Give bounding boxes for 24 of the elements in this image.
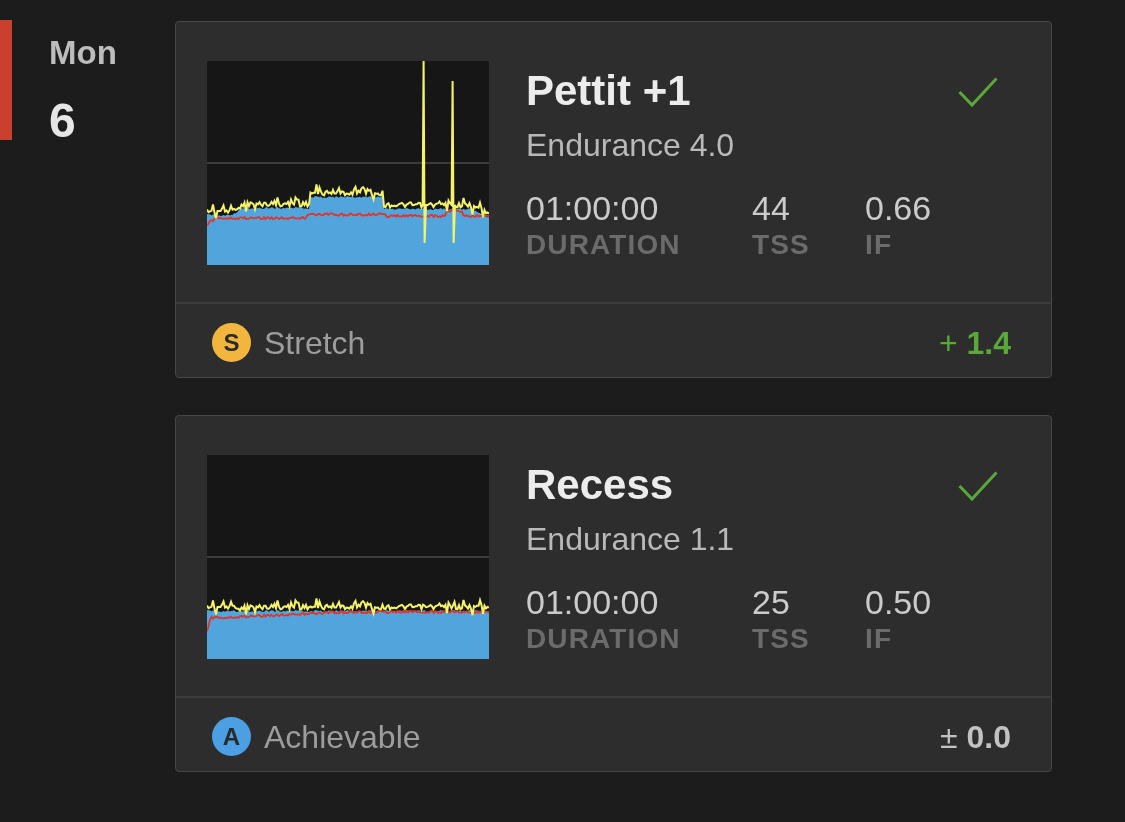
stat-label: TSS	[752, 623, 811, 655]
date-label: 6	[49, 93, 77, 149]
workout-title: Recess	[526, 460, 674, 510]
stat-value: 44	[752, 188, 791, 228]
level-badge: S	[212, 323, 251, 362]
weekday-label: Mon	[49, 33, 117, 73]
stat-value: 25	[752, 582, 791, 622]
level-label: Stretch	[264, 323, 366, 362]
stat-value: 0.50	[865, 582, 933, 622]
stat-label: TSS	[752, 229, 811, 261]
stat-label: IF	[865, 623, 894, 655]
workout-title: Pettit +1	[526, 66, 691, 116]
level-badge: A	[212, 717, 251, 756]
stat-label: IF	[865, 229, 894, 261]
level-label: Achievable	[264, 717, 421, 756]
workout-subtitle: Endurance 4.0	[526, 126, 736, 164]
stat-value: 01:00:00	[526, 188, 660, 228]
stat-value: 01:00:00	[526, 582, 660, 622]
delta-value: + 1.4	[938, 323, 1011, 362]
stat-label: DURATION	[526, 623, 682, 655]
workout-subtitle: Endurance 1.1	[526, 520, 736, 558]
delta-value: ± 0.0	[940, 717, 1011, 756]
stat-value: 0.66	[865, 188, 933, 228]
stat-label: DURATION	[526, 229, 682, 261]
